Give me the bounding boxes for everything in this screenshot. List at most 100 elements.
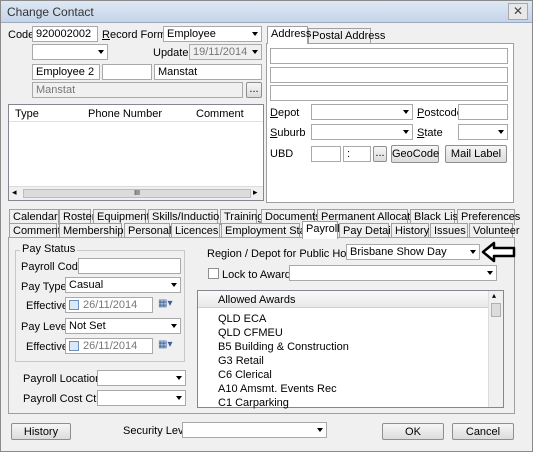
effective-date-1[interactable]: 26/11/2014 (65, 297, 153, 313)
payroll-code-input[interactable] (78, 258, 181, 274)
state-select[interactable] (458, 124, 508, 140)
col-type[interactable]: Type (15, 108, 39, 120)
chevron-down-icon (252, 32, 258, 36)
effective-date-2[interactable]: 26/11/2014 (65, 338, 153, 354)
display-name-input: Manstat (32, 82, 243, 98)
chevron-down-icon (171, 324, 177, 328)
chevron-down-icon (171, 283, 177, 287)
award-item[interactable]: QLD ECA (218, 313, 266, 325)
middle-name-input[interactable] (102, 64, 152, 80)
lock-to-award-label: Lock to Award (222, 269, 291, 281)
depot-label: Depot (270, 107, 300, 119)
pay-status-label: Pay Status (20, 243, 78, 255)
effective-label-1: Effective (26, 300, 68, 312)
chevron-down-icon (403, 110, 409, 114)
depot-select[interactable] (311, 104, 413, 120)
address-line-1[interactable] (270, 48, 508, 64)
record-format-select[interactable]: Employee (163, 26, 262, 42)
award-select[interactable] (289, 265, 497, 281)
pay-level-label: Pay Level (21, 321, 70, 333)
calendar-dropdown-icon[interactable]: ▦▾ (158, 298, 172, 309)
award-item[interactable]: C1 Carparking (218, 397, 289, 409)
address-line-2[interactable] (270, 67, 508, 83)
pay-type-select[interactable]: Casual (65, 277, 181, 293)
suburb-label: Suburb (270, 127, 306, 139)
code-input[interactable]: 920002002 (32, 26, 98, 42)
mail-label-button[interactable]: Mail Label (445, 145, 507, 163)
chevron-down-icon (176, 396, 182, 400)
address-line-3[interactable] (270, 85, 508, 101)
record-format-value: Employee (167, 28, 216, 40)
payroll-location-select[interactable] (97, 370, 186, 386)
effective-label-2: Effective (26, 341, 68, 353)
postcode-input[interactable] (458, 104, 508, 120)
payroll-cost-ctr-label: Payroll Cost Ctr (23, 393, 101, 405)
effective-date-2-value: 26/11/2014 (83, 340, 138, 352)
payroll-location-label: Payroll Location (23, 373, 102, 385)
display-name-ellipsis-button[interactable]: ... (246, 82, 262, 98)
code-label: Code (8, 29, 35, 41)
ubd-ellipsis-button[interactable]: ... (373, 146, 387, 162)
phone-list-hscrollbar[interactable]: ◂ III ▸ (9, 186, 263, 200)
title-select[interactable] (32, 44, 108, 60)
geocode-button[interactable]: GeoCode (391, 145, 439, 163)
ubd-ref-input[interactable]: : (343, 146, 371, 162)
award-item[interactable]: C6 Clerical (218, 369, 272, 381)
suburb-select[interactable] (311, 124, 413, 140)
last-name-input[interactable]: Manstat (154, 64, 262, 80)
cancel-button[interactable]: Cancel (452, 423, 514, 440)
tab-postal-address[interactable]: Postal Address (308, 28, 385, 44)
calendar-icon (69, 341, 79, 352)
pay-level-select[interactable]: Not Set (65, 318, 181, 334)
ubd-map-input[interactable] (311, 146, 341, 162)
chevron-down-icon (176, 376, 182, 380)
payroll-cost-ctr-select[interactable] (97, 390, 186, 406)
col-comment[interactable]: Comment (196, 108, 244, 120)
award-item[interactable]: B5 Building & Construction (218, 341, 349, 353)
postcode-label: Postcode (417, 107, 463, 119)
first-name-input[interactable]: Employee 2 (32, 64, 100, 80)
region-value: Brisbane Show Day (350, 246, 447, 258)
col-phone-number[interactable]: Phone Number (88, 108, 162, 120)
phone-list-header: Type Phone Number Comment (9, 105, 263, 122)
ok-button[interactable]: OK (382, 423, 444, 440)
updated-value: 19/11/2014 (193, 46, 248, 58)
awards-vscrollbar[interactable]: ▴ (488, 291, 503, 407)
chevron-down-icon (487, 271, 493, 275)
region-select[interactable]: Brisbane Show Day (346, 244, 480, 260)
chevron-down-icon (98, 50, 104, 54)
pay-type-value: Casual (69, 279, 104, 291)
scroll-up-icon[interactable]: ▴ (492, 291, 496, 300)
tab-payroll[interactable]: Payroll (302, 221, 340, 239)
phone-list[interactable]: Type Phone Number Comment ◂ III ▸ (8, 104, 264, 201)
chevron-down-icon (470, 250, 476, 254)
title-bar: Change Contact ✕ (1, 1, 532, 23)
chevron-down-icon (403, 130, 409, 134)
awards-header-label: Allowed Awards (218, 294, 296, 306)
calendar-dropdown-icon[interactable]: ▦▾ (158, 339, 172, 350)
calendar-icon (69, 300, 79, 311)
history-button[interactable]: History (11, 423, 71, 440)
awards-header[interactable]: Allowed Awards (198, 291, 488, 308)
lock-to-award-checkbox[interactable] (208, 268, 219, 279)
hscroll-thumb[interactable]: III (23, 189, 251, 198)
scroll-right-icon[interactable]: ▸ (253, 187, 258, 198)
vscroll-thumb[interactable] (491, 303, 501, 317)
award-item[interactable]: A10 Amsmt. Events Rec (218, 383, 337, 395)
state-label: State (417, 127, 443, 139)
tab-address[interactable]: Address (267, 26, 311, 44)
security-level-select[interactable] (182, 422, 327, 438)
updated-select: 19/11/2014 (189, 44, 262, 60)
allowed-awards-list[interactable]: Allowed Awards QLD ECA QLD CFMEU B5 Buildi… (197, 290, 504, 409)
scroll-left-icon[interactable]: ◂ (12, 187, 17, 198)
award-item[interactable]: G3 Retail (218, 355, 264, 367)
chevron-down-icon (498, 130, 504, 134)
window-title: Change Contact (7, 5, 94, 19)
pay-type-label: Pay Type (21, 281, 67, 293)
chevron-down-icon (317, 428, 323, 432)
arrow-left-pointer-icon (481, 241, 516, 263)
close-button[interactable]: ✕ (508, 3, 528, 20)
award-item[interactable]: QLD CFMEU (218, 327, 283, 339)
chevron-down-icon (252, 50, 258, 54)
effective-date-1-value: 26/11/2014 (83, 299, 138, 311)
